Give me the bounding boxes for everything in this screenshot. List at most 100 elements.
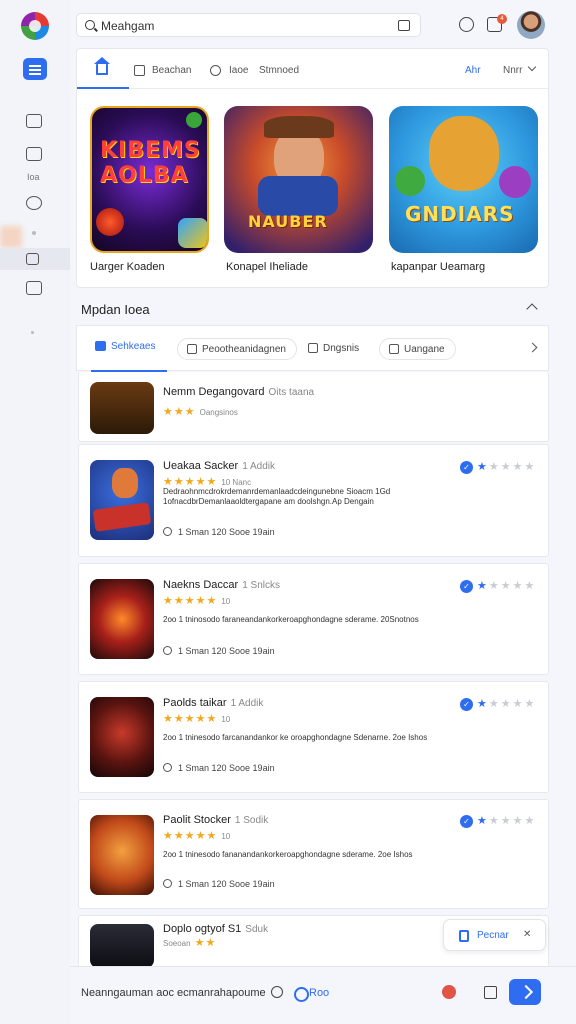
game-art-orb bbox=[96, 208, 124, 236]
featured-game-image[interactable]: NAUBER bbox=[224, 106, 373, 253]
rating-stars: ★★★★★ bbox=[477, 461, 537, 473]
item-description: 2oo 1 tninosodo faraneandankorkeroapghon… bbox=[163, 615, 419, 624]
menu-button[interactable] bbox=[23, 58, 47, 80]
library-icon[interactable] bbox=[26, 114, 42, 128]
list-item[interactable]: Paolds taikar 1 Addik ★★★★★ 10 2oo 1 tnine… bbox=[78, 681, 549, 793]
list-item[interactable]: Nemm Degangovard Oits taana ★★★ Oangsinos bbox=[78, 372, 549, 442]
filter-tabs: Sehkeaes Peootheanidagnen Dngsnis Uangan… bbox=[76, 325, 549, 372]
game-art-hat bbox=[264, 116, 334, 138]
tab-sehkeaes[interactable]: Sehkeaes bbox=[95, 341, 155, 352]
item-title: Paolds taikar 1 Addik bbox=[163, 697, 264, 709]
item-rating[interactable]: ✓ ★★★★★ bbox=[460, 580, 540, 594]
button-label: Pecnar bbox=[477, 930, 509, 941]
game-art-block bbox=[92, 502, 152, 532]
rating-stars: ★★★★★ bbox=[477, 815, 537, 827]
search-input[interactable]: Meahgam bbox=[101, 19, 154, 33]
pecnar-button[interactable]: Pecnar ✕ bbox=[443, 919, 546, 951]
check-icon: ✓ bbox=[460, 580, 473, 593]
item-meta: 1 Sman 120 Sooe 19ain bbox=[163, 527, 275, 537]
clock-icon bbox=[163, 527, 172, 536]
tab-stmnoed[interactable]: Stmnoed bbox=[259, 65, 299, 76]
tab-label: Dngsnis bbox=[323, 343, 360, 354]
item-description: Dedraohnmcdrokrdemanrdemanlaadcdeinguneb… bbox=[163, 487, 391, 506]
clock-icon bbox=[163, 763, 172, 772]
shield-icon bbox=[308, 343, 318, 353]
tab-nnrr[interactable]: Nnrr bbox=[503, 65, 522, 76]
tab-iaoe[interactable]: Iaoe bbox=[229, 65, 248, 76]
help-icon[interactable] bbox=[459, 17, 474, 32]
tab-label: Peootheanidagnen bbox=[202, 344, 286, 355]
check-icon: ✓ bbox=[460, 461, 473, 474]
home-icon[interactable] bbox=[26, 281, 42, 295]
tab-peootheanidagnen[interactable]: Peootheanidagnen bbox=[177, 338, 297, 360]
chevron-right-icon[interactable] bbox=[527, 342, 538, 353]
item-description: 2oo 1 tninesodo farcanandankor ke oroapg… bbox=[163, 733, 428, 742]
square-icon bbox=[134, 65, 145, 76]
item-meta: 1 Sman 120 Sooe 19ain bbox=[163, 646, 275, 656]
sidebar: Ioa bbox=[0, 0, 70, 1024]
featured-title[interactable]: Uarger Koaden bbox=[90, 261, 165, 273]
tab-beachan[interactable]: Beachan bbox=[152, 65, 191, 76]
dot-icon bbox=[31, 331, 34, 334]
item-meta: 1 Sman 120 Sooe 19ain bbox=[163, 763, 275, 773]
item-stars: ★★★★★ 10 bbox=[163, 830, 231, 842]
tab-label: Sehkeaes bbox=[111, 341, 156, 352]
featured-title[interactable]: Konapel Iheliade bbox=[226, 261, 308, 273]
bottom-link[interactable]: Roo bbox=[294, 987, 329, 1002]
tab-dngsnis[interactable]: Dngsnis bbox=[299, 338, 369, 360]
edit-icon bbox=[389, 344, 399, 354]
close-icon[interactable]: ✕ bbox=[523, 929, 531, 940]
clock-icon bbox=[163, 879, 172, 888]
featured-tabs: Beachan Iaoe Stmnoed Ahr Nnrr bbox=[77, 49, 548, 89]
tab-uangane[interactable]: Uangane bbox=[379, 338, 456, 360]
check-icon: ✓ bbox=[460, 698, 473, 711]
rating-stars: ★★★★★ bbox=[477, 698, 537, 710]
game-thumbnail bbox=[90, 579, 154, 659]
featured-game-image[interactable]: GNDIARS bbox=[389, 106, 538, 253]
search-bar[interactable]: Meahgam bbox=[76, 13, 421, 37]
game-art-text: NAUBER bbox=[248, 212, 328, 231]
section-title: Mpdan Ioea bbox=[81, 302, 150, 317]
featured-card: Beachan Iaoe Stmnoed Ahr Nnrr KIBEMS AOL… bbox=[76, 48, 549, 288]
game-thumbnail bbox=[90, 924, 154, 968]
game-thumbnail bbox=[90, 460, 154, 540]
chevron-up-icon[interactable] bbox=[526, 303, 538, 315]
home-tab-icon[interactable] bbox=[94, 57, 110, 75]
item-rating[interactable]: ✓ ★★★★★ bbox=[460, 698, 540, 712]
alert-icon[interactable] bbox=[442, 985, 456, 999]
rating-stars: ★★★★★ bbox=[477, 580, 537, 592]
game-badge-icon bbox=[186, 112, 202, 128]
clock-icon[interactable] bbox=[271, 986, 283, 998]
item-title: Ueakaa Sacker 1 Addik bbox=[163, 460, 276, 472]
tab-ahr[interactable]: Ahr bbox=[465, 65, 481, 76]
edit-icon bbox=[187, 344, 197, 354]
home-icon bbox=[95, 341, 106, 351]
search-icon bbox=[85, 20, 95, 30]
avatar[interactable] bbox=[517, 11, 545, 39]
camera-icon[interactable] bbox=[398, 20, 410, 31]
list-item[interactable]: Paolit Stocker 1 Sodik ★★★★★ 10 2oo 1 tnin… bbox=[78, 799, 549, 909]
document-icon[interactable] bbox=[26, 253, 39, 265]
bottom-text: Neanngauman aoc ecmanrahapoume bbox=[81, 987, 266, 999]
chevron-down-icon[interactable] bbox=[527, 62, 537, 72]
game-art-creature bbox=[499, 166, 531, 198]
item-title: Naekns Daccar 1 Snlcks bbox=[163, 579, 280, 591]
notification-badge: 4 bbox=[497, 14, 507, 24]
list-item[interactable]: Ueakaa Sacker 1 Addik ★★★★★ 10 Nanc Dedrao… bbox=[78, 444, 549, 557]
game-art-text: KIBEMS AOLBA bbox=[100, 138, 201, 188]
item-meta: 1 Sman 120 Sooe 19ain bbox=[163, 879, 275, 889]
item-rating[interactable]: ✓ ★★★★★ bbox=[460, 815, 540, 829]
send-button[interactable] bbox=[509, 979, 541, 1005]
game-art-body bbox=[258, 176, 338, 216]
user-icon[interactable] bbox=[26, 196, 42, 210]
item-description: 2oo 1 tninesodo fananandankorkeroapghond… bbox=[163, 850, 413, 859]
list-item[interactable]: Naekns Daccar 1 Snlcks ★★★★★ 10 2oo 1 tnin… bbox=[78, 563, 549, 675]
featured-title[interactable]: kapanpar Ueamarg bbox=[391, 261, 485, 273]
game-thumbnail bbox=[90, 382, 154, 434]
app-logo[interactable] bbox=[21, 12, 49, 40]
item-title: Doplo ogtyof S1 Sduk bbox=[163, 923, 269, 935]
list-icon[interactable] bbox=[26, 147, 42, 161]
home-icon[interactable] bbox=[484, 986, 497, 999]
item-rating[interactable]: ✓ ★★★★★ bbox=[460, 461, 540, 475]
featured-game-image[interactable]: KIBEMS AOLBA bbox=[90, 106, 209, 253]
